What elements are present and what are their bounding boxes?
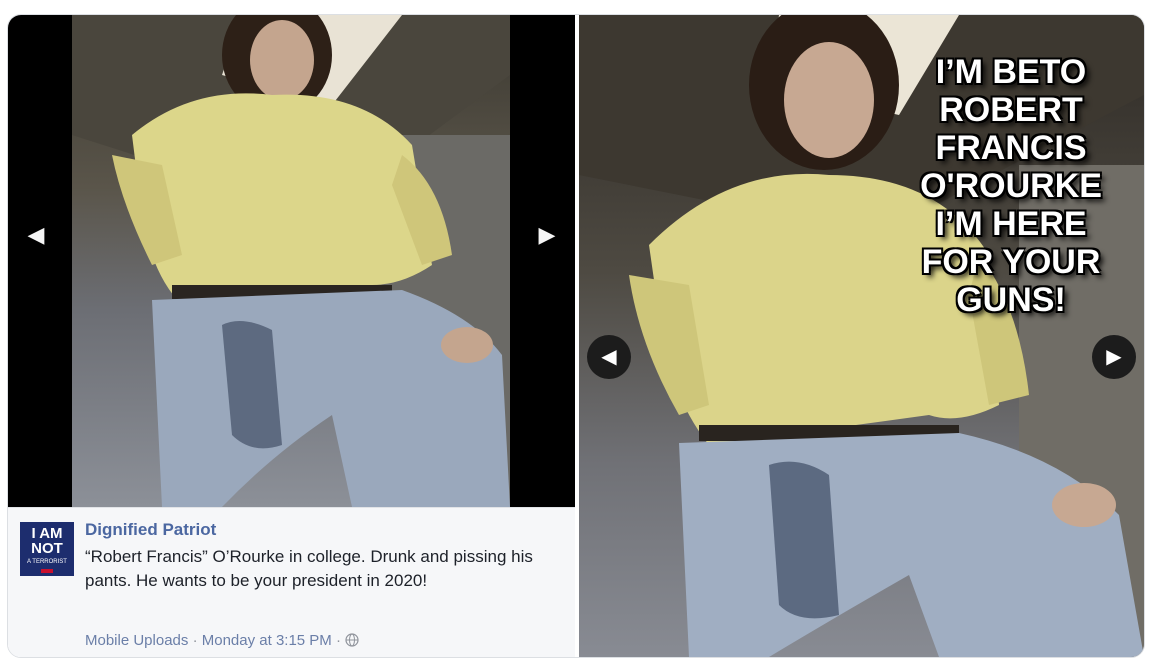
left-prev-arrow-icon[interactable]: ◀	[22, 221, 50, 249]
page-logo-badge	[41, 569, 53, 573]
page-logo[interactable]: I AM NOT A TERRORIST	[20, 522, 74, 576]
right-image[interactable]: I’M BETO ROBERT FRANCIS O'ROURKE I’M HER…	[579, 15, 1144, 657]
right-next-arrow-icon[interactable]: ▶	[1092, 335, 1136, 379]
page-logo-line2: NOT	[31, 540, 63, 557]
globe-icon	[345, 633, 359, 651]
meme-line: I’M BETO	[935, 53, 1087, 91]
meme-line: ROBERT	[939, 91, 1083, 129]
meme-line: FRANCIS	[935, 129, 1087, 167]
timestamp-link[interactable]: Monday at 3:15 PM	[202, 632, 332, 649]
post-text: “Robert Francis” O’Rourke in college. Dr…	[85, 547, 533, 590]
post-photo	[72, 15, 510, 507]
post-photo-viewer: ◀ ▶	[8, 15, 575, 507]
left-image[interactable]: ◀ ▶ I AM NOT A TERRORIST Dignified Patri…	[8, 15, 575, 657]
page-logo-line1: I AM	[31, 525, 63, 542]
person-figure-illustration	[72, 15, 510, 507]
meta-separator-2: ·	[335, 632, 341, 649]
meme-line: I’M HERE	[935, 205, 1087, 243]
meme-line: GUNS!	[956, 281, 1066, 319]
post-caption: I AM NOT A TERRORIST Dignified Patriot “…	[8, 507, 575, 657]
meme-line: O'ROURKE	[920, 167, 1102, 205]
page-logo-line3: A TERRORIST	[27, 559, 67, 565]
meme-caption: I’M BETO ROBERT FRANCIS O'ROURKE I’M HER…	[896, 53, 1126, 319]
meme-line: FOR YOUR	[921, 243, 1101, 281]
album-link[interactable]: Mobile Uploads	[85, 632, 188, 649]
media-card: ◀ ▶ I AM NOT A TERRORIST Dignified Patri…	[7, 14, 1145, 658]
post-meta: Mobile Uploads · Monday at 3:15 PM ·	[85, 632, 359, 651]
left-next-arrow-icon[interactable]: ▶	[533, 221, 561, 249]
right-prev-arrow-icon[interactable]: ◀	[587, 335, 631, 379]
meta-separator: ·	[192, 632, 198, 649]
post-author-link[interactable]: Dignified Patriot	[85, 520, 216, 540]
